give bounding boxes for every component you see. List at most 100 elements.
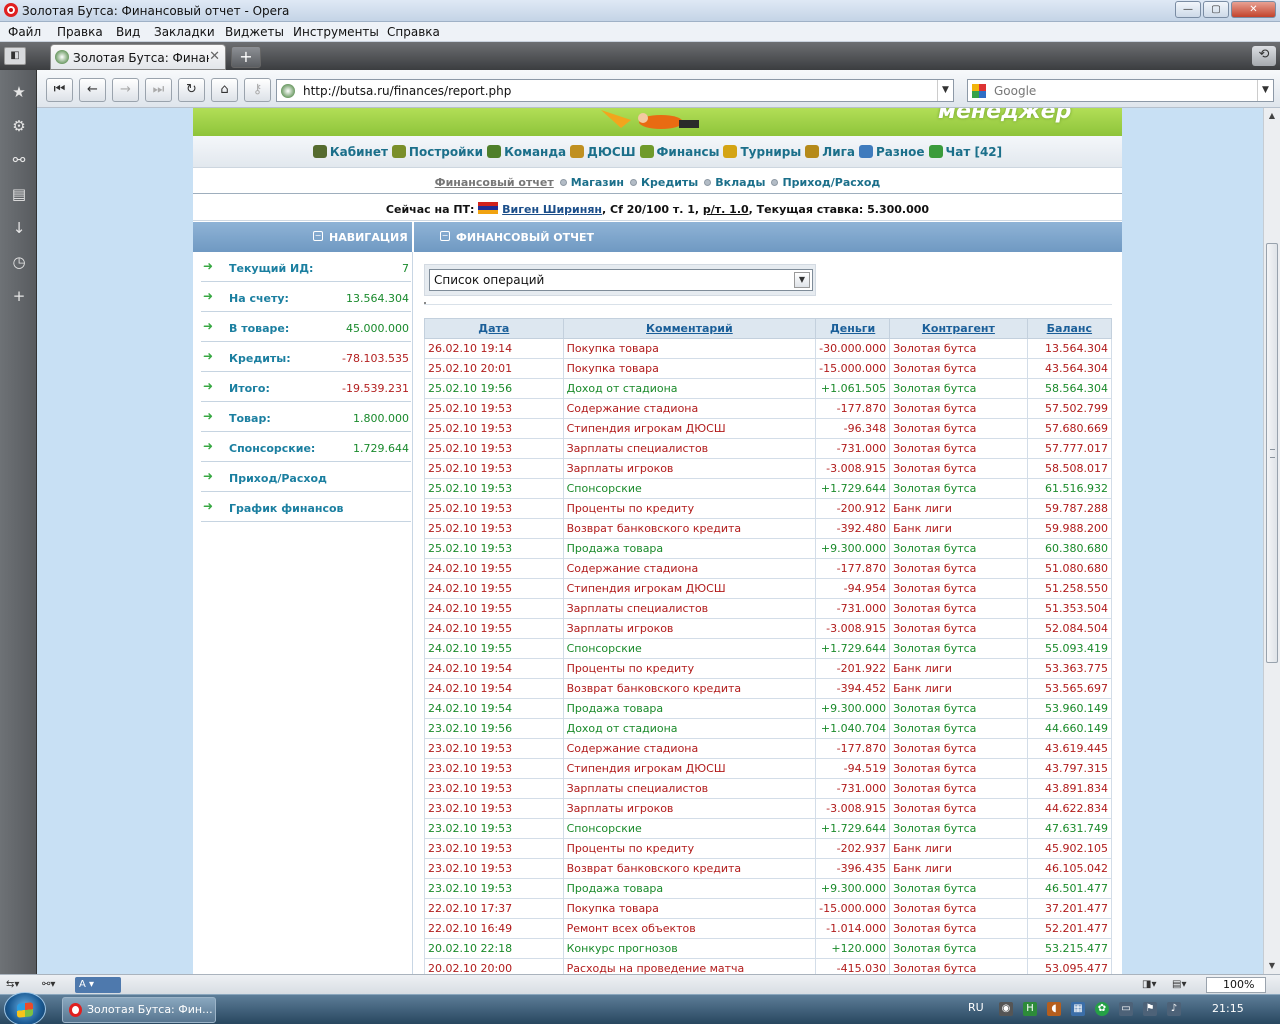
back-icon[interactable]: ← (79, 78, 106, 102)
nav-item-3[interactable]: ДЮСШ (570, 145, 636, 159)
search-placeholder[interactable]: Google (994, 84, 1036, 98)
nav-list-item[interactable]: ➜ Итого: -19.539.231 (201, 372, 411, 402)
start-button[interactable] (4, 992, 46, 1024)
zoom-level[interactable]: 100% (1206, 977, 1266, 993)
search-box[interactable]: Google ▼ (967, 79, 1274, 102)
tray-display-icon[interactable]: ▭ (1119, 1002, 1133, 1016)
nav-list-item[interactable]: ➜ Товар: 1.800.000 (201, 402, 411, 432)
nav-item-4[interactable]: Финансы (639, 145, 719, 159)
clock[interactable]: 21:15 (1212, 1002, 1244, 1015)
nav-list-item[interactable]: ➜ На счету: 13.564.304 (201, 282, 411, 312)
nav-item-0[interactable]: Кабинет (312, 145, 388, 159)
address-url[interactable]: http://butsa.ru/finances/report.php (303, 84, 511, 98)
chevron-down-icon[interactable]: ▼ (794, 272, 810, 288)
links-panel-icon[interactable]: ⚯ (7, 148, 31, 172)
nav-list-item[interactable]: ➜ График финансов (201, 492, 411, 522)
tray-icq-icon[interactable]: ✿ (1095, 1002, 1109, 1016)
column-header[interactable]: Баланс (1026, 318, 1113, 339)
nav-item-7[interactable]: Разное (858, 145, 925, 159)
nav-list-item[interactable]: ➜ Приход/Расход (201, 462, 411, 492)
nav-list-item[interactable]: ➜ Спонсорские: 1.729.644 (201, 432, 411, 462)
downloads-panel-icon[interactable]: ↓ (7, 216, 31, 240)
nav-list-label[interactable]: Спонсорские: (229, 442, 315, 455)
panel-switch-icon[interactable]: ⇆▾ (6, 977, 19, 993)
nav-item-6[interactable]: Лига (805, 145, 855, 159)
nav-list-label[interactable]: Кредиты: (229, 352, 291, 365)
reload-icon[interactable]: ↻ (178, 78, 205, 102)
taskbar-opera-window[interactable]: Золотая Бутса: Фин... (62, 997, 216, 1023)
menu-widgets[interactable]: Виджеты (225, 25, 284, 39)
closed-tabs-icon[interactable]: ⟲ (1252, 46, 1276, 66)
rate-link[interactable]: р/т. 1.0 (703, 203, 749, 216)
unite-icon[interactable]: ⚯▾ (42, 977, 55, 993)
nav-list-item[interactable]: ➜ Текущий ИД: 7 (201, 252, 411, 282)
operations-select[interactable]: Список операций ▼ (429, 269, 813, 291)
subnav-item-0[interactable]: Финансовый отчет (435, 176, 554, 189)
rewind-icon[interactable]: ⏮ (46, 78, 73, 102)
vertical-scrollbar[interactable]: ▲ ▼ (1263, 108, 1280, 974)
subnav-item-2[interactable]: Кредиты (630, 176, 698, 189)
column-header[interactable]: Комментарий (562, 318, 817, 339)
address-bar[interactable]: http://butsa.ru/finances/report.php ▼ (276, 79, 954, 102)
tray-app-icon[interactable]: ◉ (999, 1002, 1013, 1016)
close-window-button[interactable]: ✕ (1231, 1, 1276, 18)
minimize-button[interactable]: — (1175, 1, 1201, 18)
tray-network-icon[interactable]: ▦ (1071, 1002, 1085, 1016)
column-header[interactable]: Дата (424, 318, 564, 339)
notes-panel-icon[interactable]: ▤ (7, 182, 31, 206)
volume-icon[interactable]: ♪ (1167, 1002, 1181, 1016)
wand-icon[interactable]: ⚷ (244, 78, 271, 102)
nav-item-1[interactable]: Постройки (391, 145, 483, 159)
nav-item-5[interactable]: Турниры (723, 145, 801, 159)
search-dropdown-icon[interactable]: ▼ (1257, 80, 1273, 101)
add-panel-icon[interactable]: + (7, 284, 31, 308)
bookmarks-panel-icon[interactable]: ★ (7, 80, 31, 104)
action-center-flag-icon[interactable]: ⚑ (1143, 1002, 1157, 1016)
panel-toggle-icon[interactable]: ◧ (4, 47, 26, 65)
scroll-down-icon[interactable]: ▼ (1264, 958, 1280, 974)
subnav-item-1[interactable]: Магазин (559, 176, 624, 189)
address-dropdown-icon[interactable]: ▼ (937, 80, 953, 101)
tray-speaker-icon[interactable]: ◖ (1047, 1002, 1061, 1016)
column-header[interactable]: Контрагент (889, 318, 1028, 339)
new-tab-button[interactable]: + (231, 46, 261, 68)
nav-list-item[interactable]: ➜ В товаре: 45.000.000 (201, 312, 411, 342)
turbo-icon[interactable]: ◨▾ (1142, 977, 1156, 993)
nav-list-label[interactable]: Приход/Расход (229, 472, 327, 485)
nav-list-item[interactable]: ➜ Кредиты: -78.103.535 (201, 342, 411, 372)
nav-list-label[interactable]: Итого: (229, 382, 270, 395)
tab-close-icon[interactable]: ✕ (209, 49, 220, 64)
language-indicator[interactable]: RU (968, 1001, 984, 1014)
column-header[interactable]: Деньги (815, 318, 891, 339)
nav-list-label[interactable]: В товаре: (229, 322, 289, 335)
collapse-icon[interactable]: − (440, 231, 450, 241)
menu-view[interactable]: Вид (116, 25, 140, 39)
tray-h-icon[interactable]: Н (1023, 1002, 1037, 1016)
menu-bookmarks[interactable]: Закладки (154, 25, 215, 39)
fast-forward-icon[interactable]: ⏭ (145, 78, 172, 102)
site-logo[interactable]: менеджер (938, 108, 1071, 124)
nav-list-label[interactable]: График финансов (229, 502, 344, 515)
manager-link[interactable]: Виген Ширинян (502, 203, 602, 216)
scroll-thumb[interactable] (1266, 243, 1278, 663)
forward-icon[interactable]: → (112, 78, 139, 102)
nav-list-label[interactable]: Товар: (229, 412, 271, 425)
view-mode-button[interactable]: A ▾ (75, 977, 121, 993)
menu-tools[interactable]: Инструменты (293, 25, 379, 39)
maximize-button[interactable]: ▢ (1203, 1, 1229, 18)
tab-finance-report[interactable]: Золотая Бутса: Финан... ✕ (50, 44, 226, 70)
home-icon[interactable]: ⌂ (211, 78, 238, 102)
scroll-up-icon[interactable]: ▲ (1264, 108, 1280, 124)
subnav-item-4[interactable]: Приход/Расход (771, 176, 880, 189)
menu-file[interactable]: Файл (8, 25, 41, 39)
menu-help[interactable]: Справка (387, 25, 440, 39)
nav-list-label[interactable]: На счету: (229, 292, 289, 305)
subnav-item-3[interactable]: Вклады (704, 176, 765, 189)
nav-list-label[interactable]: Текущий ИД: (229, 262, 313, 275)
collapse-icon[interactable]: − (313, 231, 323, 241)
menu-edit[interactable]: Правка (57, 25, 103, 39)
nav-item-2[interactable]: Команда (487, 145, 566, 159)
settings-panel-icon[interactable]: ⚙ (7, 114, 31, 138)
nav-item-8[interactable]: Чат [42] (928, 145, 1002, 159)
page-view-icon[interactable]: ▤▾ (1172, 977, 1186, 993)
